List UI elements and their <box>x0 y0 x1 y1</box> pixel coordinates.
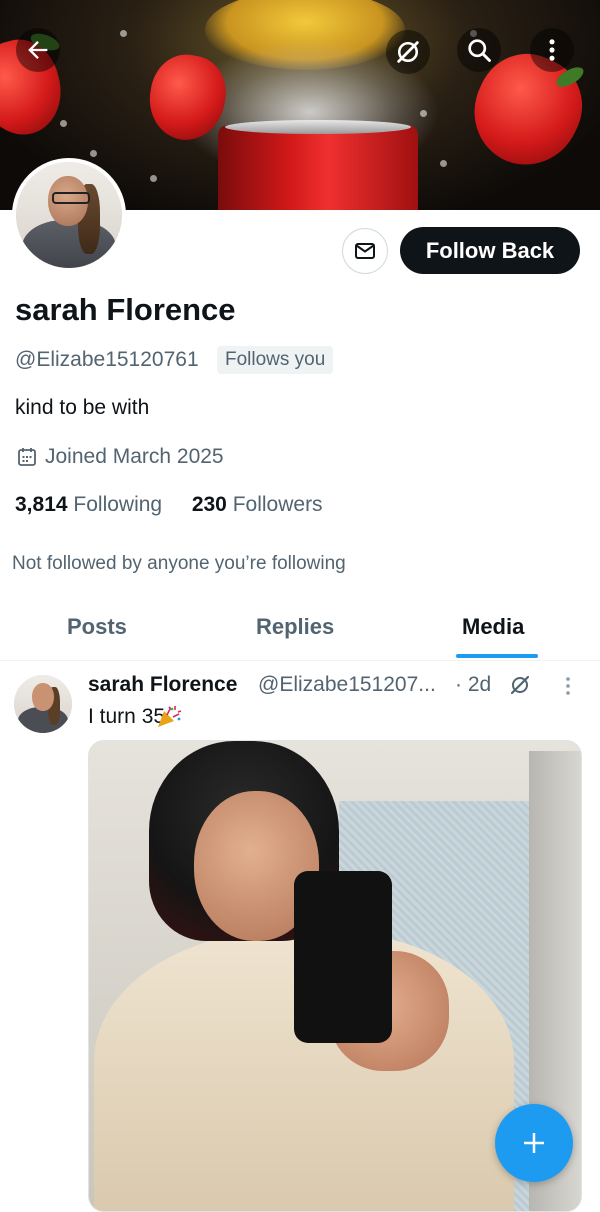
banner-can-rim <box>225 120 411 134</box>
post-author-avatar[interactable] <box>14 675 72 733</box>
compose-button[interactable] <box>495 1104 573 1182</box>
banner-droplet <box>420 110 427 117</box>
followers-count: 230 <box>191 493 227 516</box>
banner-droplet <box>120 30 127 37</box>
post-more-icon[interactable] <box>560 674 576 698</box>
envelope-icon <box>355 243 375 259</box>
tab-posts[interactable]: Posts <box>67 614 127 640</box>
message-button[interactable] <box>342 228 388 274</box>
grok-button[interactable] <box>386 30 430 74</box>
photo-phone <box>294 871 392 1043</box>
banner-droplet <box>90 150 97 157</box>
follow-back-button[interactable]: Follow Back <box>400 227 580 274</box>
arrow-left-icon <box>28 41 48 59</box>
grok-icon[interactable] <box>508 673 532 697</box>
banner-soda-can <box>218 125 418 210</box>
active-tab-indicator <box>456 654 538 658</box>
calendar-icon <box>18 448 36 466</box>
back-button[interactable] <box>16 28 60 72</box>
display-name: sarah Florence <box>15 292 236 327</box>
banner-droplet <box>60 120 67 127</box>
avatar-face <box>32 683 54 711</box>
grok-icon <box>397 41 419 63</box>
avatar-body <box>22 220 116 268</box>
post-author-name[interactable]: sarah Florence <box>88 673 237 697</box>
mutuals-note: Not followed by anyone you’re following <box>12 553 346 574</box>
username-handle: @Elizabe15120761 <box>15 348 199 371</box>
followers-link[interactable]: 230 Followers <box>192 493 323 516</box>
join-date: Joined March 2025 <box>45 445 224 468</box>
follows-you-badge: Follows you <box>217 346 334 374</box>
tab-replies[interactable]: Replies <box>256 614 334 640</box>
post-timestamp[interactable]: · 2d <box>455 673 491 697</box>
following-label: Following <box>73 493 163 516</box>
profile-tabs: Posts Replies Media <box>0 596 600 661</box>
search-button[interactable] <box>457 28 501 72</box>
tab-media[interactable]: Media <box>462 614 524 640</box>
more-vertical-icon <box>549 39 555 61</box>
profile-avatar[interactable] <box>12 158 126 272</box>
follow-stats: 3,814 Following 230 Followers <box>15 493 323 517</box>
plus-icon <box>524 1133 544 1153</box>
post-author-handle[interactable]: @Elizabe151207... <box>258 673 436 697</box>
search-icon <box>468 39 491 62</box>
banner-droplet <box>440 160 447 167</box>
avatar-glasses <box>52 192 90 204</box>
post-text: I turn 35 <box>88 705 166 728</box>
following-count: 3,814 <box>15 493 68 516</box>
more-options-button[interactable] <box>530 28 574 72</box>
profile-bio: kind to be with <box>15 396 150 419</box>
followers-label: Followers <box>232 493 323 516</box>
banner-droplet <box>150 175 157 182</box>
party-popper-icon <box>158 706 182 727</box>
following-link[interactable]: 3,814 Following <box>15 493 168 516</box>
